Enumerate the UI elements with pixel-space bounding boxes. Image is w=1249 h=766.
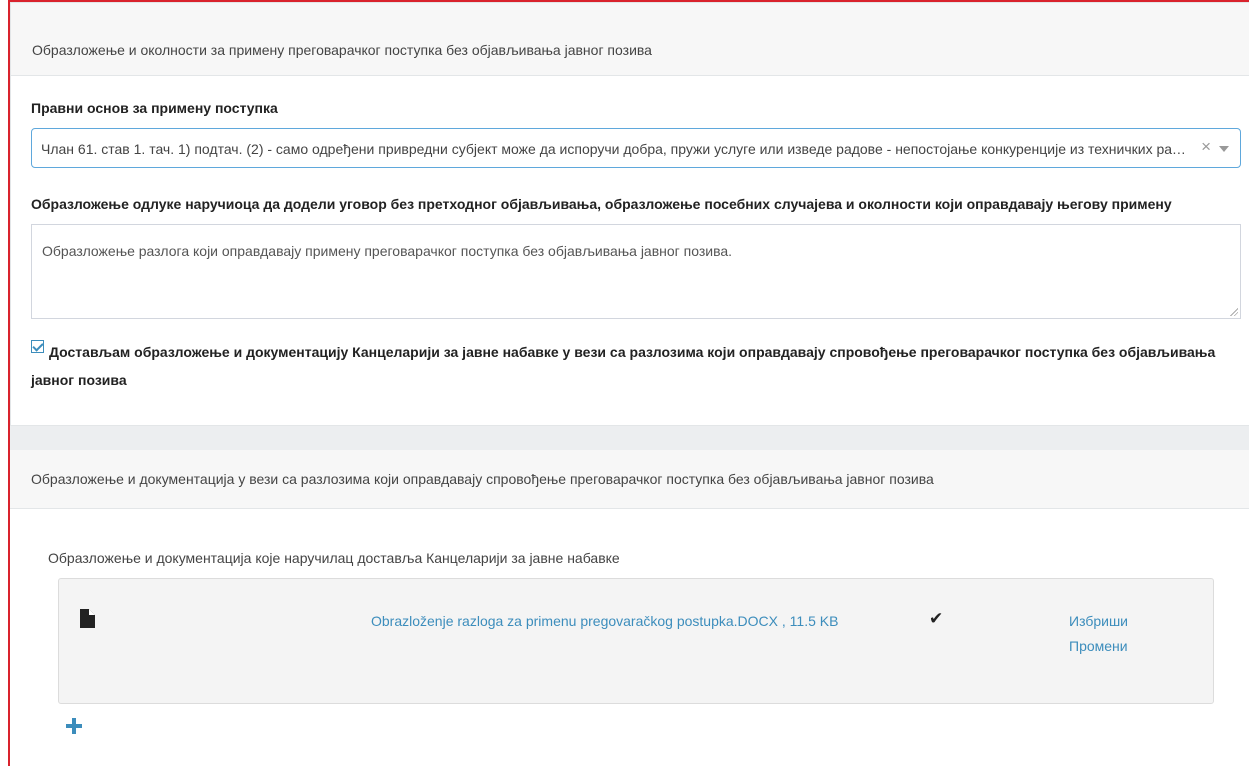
justification-panel: Образложење и околности за примену прего… (10, 2, 1249, 426)
documentation-sub-label: Образложење и документација које наручил… (48, 550, 620, 566)
justification-panel-title: Образложење и околности за примену прего… (32, 42, 652, 58)
change-file-link[interactable]: Промени (1069, 637, 1128, 655)
clear-selection-icon[interactable]: × (1201, 137, 1211, 157)
justification-panel-header: Образложење и околности за примену прего… (11, 3, 1249, 76)
plus-icon[interactable] (66, 718, 82, 734)
documentation-panel-header: Образложење и документација у вези са ра… (10, 450, 1249, 509)
chevron-down-icon[interactable] (1219, 146, 1229, 152)
section-divider (10, 426, 1249, 450)
justification-textarea[interactable]: Образложење разлога који оправдавају при… (31, 224, 1241, 319)
delete-file-link[interactable]: Избриши (1069, 612, 1128, 630)
file-icon (80, 609, 95, 628)
legal-basis-selected-value: Члан 61. став 1. тач. 1) подтач. (2) - с… (41, 141, 1186, 157)
checkmark-icon: ✔ (929, 609, 944, 628)
justification-label: Образложење одлуке наручиоца да додели у… (31, 196, 1172, 212)
legal-basis-select[interactable]: Члан 61. став 1. тач. 1) подтач. (2) - с… (31, 128, 1241, 168)
file-download-link[interactable]: Obrazloženje razloga za primenu pregovar… (371, 612, 838, 630)
submit-documentation-label[interactable]: Достављам образложење и документацију Ка… (31, 338, 1241, 394)
documentation-panel: Образложење и документација у вези са ра… (10, 450, 1249, 766)
documentation-panel-title: Образложење и документација у вези са ра… (31, 471, 934, 487)
file-list-item: Obrazloženje razloga za primenu pregovar… (58, 578, 1214, 704)
justification-textarea-value: Образложење разлога који оправдавају при… (42, 243, 733, 259)
resize-grip-icon[interactable] (1229, 307, 1238, 316)
legal-basis-label: Правни основ за примену поступка (31, 100, 278, 116)
